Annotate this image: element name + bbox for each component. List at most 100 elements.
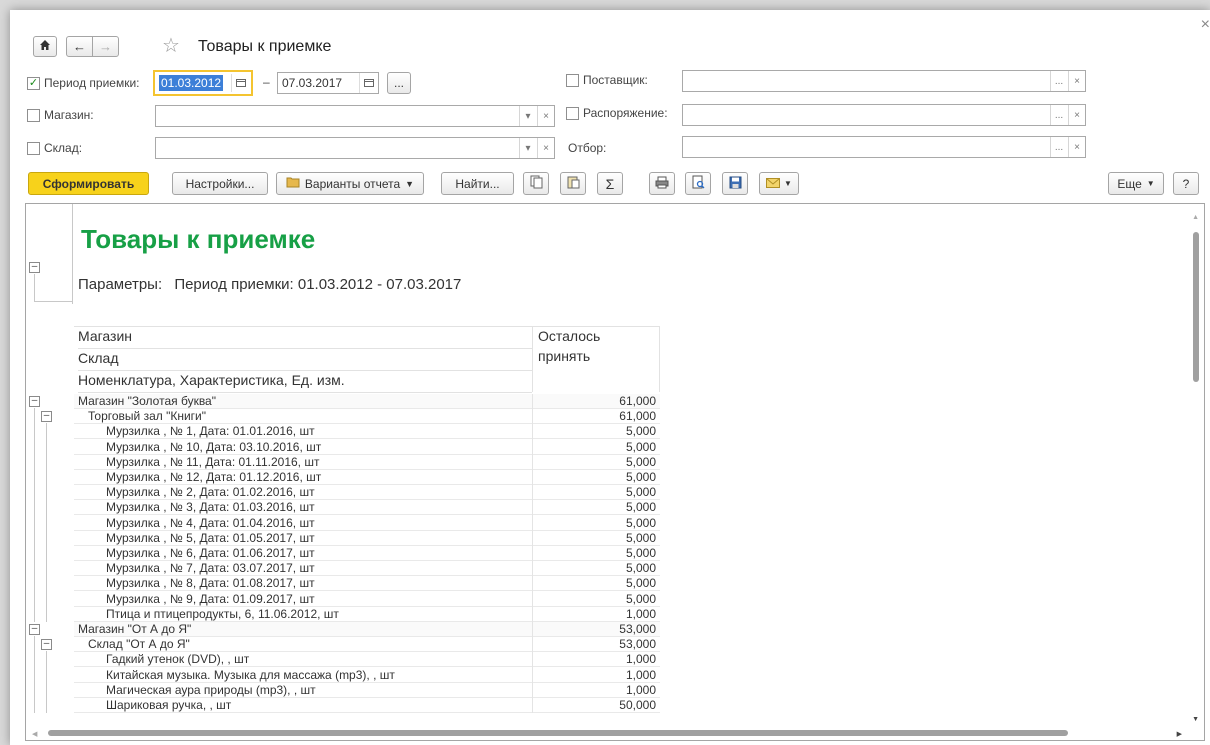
close-icon[interactable]: ×: [1201, 16, 1210, 34]
calendar-icon[interactable]: [231, 74, 249, 92]
parameters-value: Период приемки: 01.03.2012 - 07.03.2017: [174, 276, 462, 293]
header-nomenclature: Номенклатура, Характеристика, Ед. изм.: [78, 372, 532, 393]
collapse-group-toggle[interactable]: –: [41, 411, 52, 423]
store-checkbox[interactable]: Магазин:: [27, 108, 94, 122]
row-value: 50,000: [619, 698, 656, 712]
table-row[interactable]: Склад "От А до Я" 53,000: [74, 637, 660, 653]
back-button[interactable]: ←: [66, 36, 93, 57]
paste-icon: [567, 175, 580, 192]
preview-button[interactable]: [685, 172, 711, 195]
warehouse-checkbox[interactable]: Склад:: [27, 141, 82, 155]
generate-button[interactable]: Сформировать: [28, 172, 149, 195]
calendar-icon[interactable]: [359, 73, 377, 93]
print-button[interactable]: [649, 172, 675, 195]
scroll-down-arrow-icon[interactable]: ▼: [1192, 716, 1199, 723]
warehouse-field[interactable]: ▾ ×: [155, 137, 555, 159]
select-ellipsis-icon[interactable]: ...: [1050, 71, 1067, 91]
table-row[interactable]: Китайская музыка. Музыка для массажа (mp…: [74, 668, 660, 683]
supplier-checkbox[interactable]: Поставщик:: [566, 73, 648, 87]
sum-button[interactable]: Σ: [597, 172, 623, 195]
table-row[interactable]: Мурзилка , № 11, Дата: 01.11.2016, шт 5,0…: [74, 455, 660, 470]
table-row[interactable]: Мурзилка , № 4, Дата: 01.04.2016, шт 5,00…: [74, 516, 660, 531]
select-ellipsis-icon[interactable]: ...: [1050, 137, 1067, 157]
paste-button[interactable]: [560, 172, 586, 195]
printer-icon: [655, 176, 669, 192]
table-row[interactable]: Мурзилка , № 9, Дата: 01.09.2017, шт 5,00…: [74, 592, 660, 607]
row-name: Мурзилка , № 10, Дата: 03.10.2016, шт: [106, 439, 322, 454]
table-row[interactable]: Магическая аура природы (mp3), , шт 1,000: [74, 683, 660, 698]
report-variants-button[interactable]: Варианты отчета ▼: [276, 172, 424, 195]
row-name: Мурзилка , № 4, Дата: 01.04.2016, шт: [106, 515, 315, 530]
clear-icon[interactable]: ×: [1068, 137, 1085, 157]
date-from-field[interactable]: 01.03.2012: [153, 70, 253, 96]
table-row[interactable]: Торговый зал "Книги" 61,000: [74, 409, 660, 425]
tree-guide-line: [72, 204, 73, 304]
row-name: Мурзилка , № 2, Дата: 01.02.2016, шт: [106, 485, 315, 500]
row-name: Мурзилка , № 6, Дата: 01.06.2017, шт: [106, 546, 315, 560]
table-row[interactable]: Магазин "От А до Я" 53,000: [74, 622, 660, 637]
period-select-button[interactable]: ...: [387, 72, 411, 94]
row-name: Гадкий утенок (DVD), , шт: [106, 652, 250, 667]
help-button[interactable]: ?: [1173, 172, 1199, 195]
row-name: Торговый зал "Книги": [88, 409, 206, 424]
report-document[interactable]: – Товары к приемке Параметры: Период при…: [25, 203, 1205, 741]
table-row[interactable]: Шариковая ручка, , шт 50,000: [74, 698, 660, 713]
row-value: 5,000: [625, 485, 656, 500]
date-to-field[interactable]: 07.03.2017: [277, 72, 379, 94]
vertical-scrollbar[interactable]: [1193, 232, 1199, 382]
copy-button[interactable]: [523, 172, 549, 195]
clear-icon[interactable]: ×: [1068, 71, 1085, 91]
row-name: Склад "От А до Я": [88, 637, 190, 652]
collapse-group-toggle[interactable]: –: [29, 262, 40, 273]
scroll-right-arrow-icon[interactable]: ▶: [1177, 730, 1182, 738]
send-email-button[interactable]: ▼: [759, 172, 799, 195]
generate-button-label: Сформировать: [42, 176, 135, 191]
supplier-label: Поставщик:: [583, 73, 648, 87]
table-row[interactable]: Птица и птицепродукты, 6, 11.06.2012, шт…: [74, 607, 660, 622]
scroll-left-arrow-icon[interactable]: ◀: [32, 730, 37, 738]
clear-icon[interactable]: ×: [1068, 105, 1085, 125]
help-icon: ?: [1182, 176, 1190, 191]
clear-icon[interactable]: ×: [537, 138, 554, 158]
envelope-icon: [766, 177, 781, 191]
collapse-group-toggle[interactable]: –: [29, 624, 40, 635]
row-name: Магическая аура природы (mp3), , шт: [106, 682, 316, 697]
store-field[interactable]: ▾ ×: [155, 105, 555, 127]
table-row[interactable]: Мурзилка , № 10, Дата: 03.10.2016, шт 5,0…: [74, 440, 660, 455]
collapse-group-toggle[interactable]: –: [29, 396, 40, 407]
table-row[interactable]: Мурзилка , № 6, Дата: 01.06.2017, шт 5,00…: [74, 546, 660, 561]
home-button[interactable]: [33, 36, 57, 57]
row-value: 1,000: [625, 606, 656, 621]
horizontal-scrollbar[interactable]: [48, 730, 1068, 736]
row-value: 1,000: [625, 667, 656, 682]
collapse-group-toggle[interactable]: –: [41, 639, 52, 651]
table-row[interactable]: Магазин "Золотая буква" 61,000: [74, 394, 660, 409]
dropdown-arrow-icon[interactable]: ▾: [519, 106, 536, 126]
favorite-star-icon[interactable]: ☆: [162, 33, 180, 58]
supplier-field[interactable]: ... ×: [682, 70, 1086, 92]
find-button[interactable]: Найти...: [441, 172, 514, 195]
chevron-down-icon: ▼: [1146, 179, 1155, 188]
forward-button[interactable]: →: [92, 36, 119, 57]
clear-icon[interactable]: ×: [537, 106, 554, 126]
table-row[interactable]: Мурзилка , № 5, Дата: 01.05.2017, шт 5,00…: [74, 531, 660, 546]
more-button[interactable]: Еще ▼: [1108, 172, 1164, 195]
select-ellipsis-icon[interactable]: ...: [1050, 105, 1067, 125]
save-button[interactable]: [722, 172, 748, 195]
dropdown-arrow-icon[interactable]: ▾: [519, 138, 536, 158]
home-icon: [39, 39, 51, 54]
settings-button[interactable]: Настройки...: [172, 172, 268, 195]
table-row[interactable]: Мурзилка , № 12, Дата: 01.12.2016, шт 5,0…: [74, 470, 660, 485]
selection-field[interactable]: ... ×: [682, 136, 1086, 158]
order-checkbox[interactable]: Распоряжение:: [566, 106, 668, 120]
period-checkbox[interactable]: ✓ Период приемки:: [27, 76, 140, 90]
table-row[interactable]: Мурзилка , № 2, Дата: 01.02.2016, шт 5,00…: [74, 485, 660, 501]
table-row[interactable]: Гадкий утенок (DVD), , шт 1,000: [74, 652, 660, 668]
table-row[interactable]: Мурзилка , № 8, Дата: 01.08.2017, шт 5,00…: [74, 576, 660, 592]
chevron-down-icon: ▼: [784, 179, 792, 188]
table-row[interactable]: Мурзилка , № 3, Дата: 01.03.2016, шт 5,00…: [74, 500, 660, 516]
table-row[interactable]: Мурзилка , № 1, Дата: 01.01.2016, шт 5,00…: [74, 424, 660, 440]
table-row[interactable]: Мурзилка , № 7, Дата: 03.07.2017, шт 5,00…: [74, 561, 660, 577]
order-field[interactable]: ... ×: [682, 104, 1086, 126]
scroll-up-arrow-icon[interactable]: ▲: [1192, 214, 1199, 221]
